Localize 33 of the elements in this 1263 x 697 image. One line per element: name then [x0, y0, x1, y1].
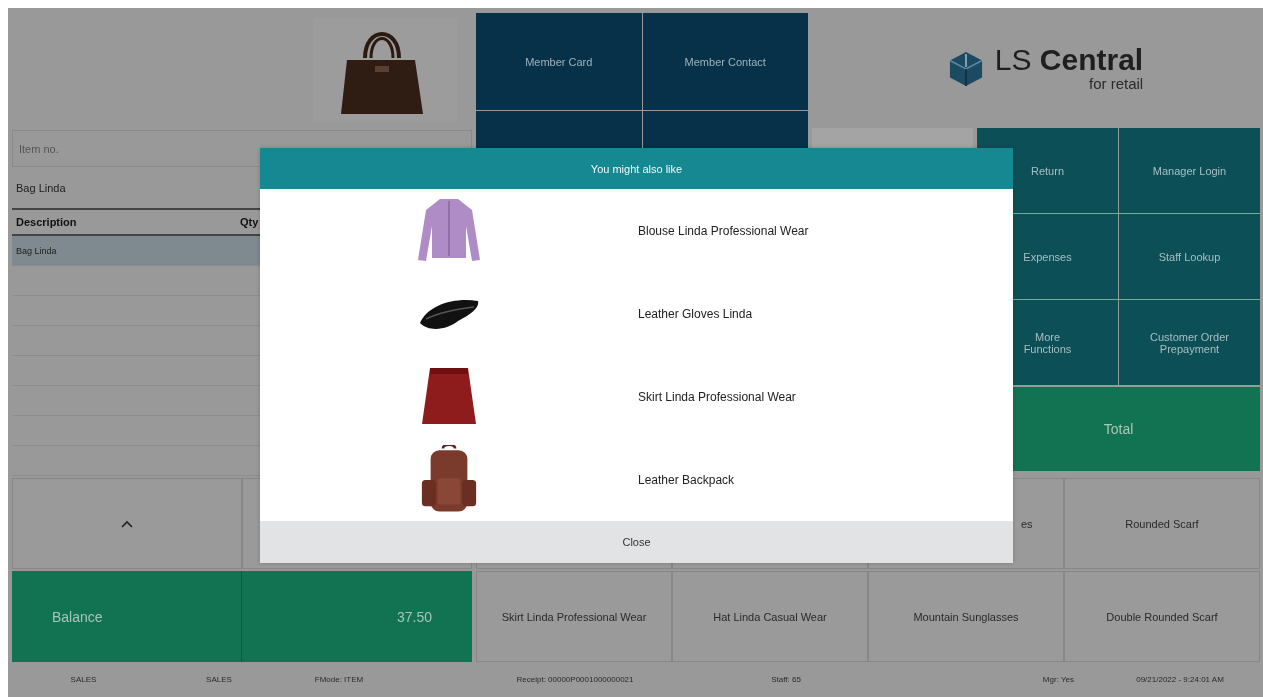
- cube-logo-icon: [948, 50, 983, 87]
- product-suggestion[interactable]: Blouse Linda Professional Wear: [638, 223, 809, 238]
- product-button[interactable]: Hat Linda Casual Wear: [672, 571, 868, 662]
- column-header: Qty: [239, 216, 259, 228]
- product-button[interactable]: Mountain Sunglasses: [868, 571, 1064, 662]
- balance-label: Balance: [12, 571, 242, 662]
- balance-amount: 37.50: [242, 571, 472, 662]
- chevron-up-icon: [121, 519, 133, 528]
- status-text: SALES: [205, 675, 233, 684]
- function-button[interactable]: Customer Order Prepayment: [1119, 300, 1260, 385]
- column-header: Description: [15, 216, 78, 228]
- product-suggestion[interactable]: Skirt Linda Professional Wear: [638, 389, 796, 404]
- logo-tagline: for retail: [1089, 75, 1144, 92]
- member-button[interactable]: Member Card: [476, 13, 642, 110]
- status-text: 09/21/2022 - 9:24:01 AM: [1135, 675, 1225, 684]
- current-item-name: Bag Linda: [16, 181, 66, 194]
- status-text: SALES: [69, 675, 98, 684]
- product-button[interactable]: Double Rounded Scarf: [1064, 571, 1260, 662]
- dialog-title: You might also like: [260, 148, 1013, 189]
- member-button[interactable]: Member Contact: [642, 13, 808, 110]
- function-button[interactable]: Manager Login: [1119, 128, 1260, 213]
- product-button[interactable]: Skirt Linda Professional Wear: [476, 571, 672, 662]
- logo-title: LS Central: [994, 45, 1144, 75]
- status-text: Staff: 65: [770, 675, 802, 684]
- close-button[interactable]: Close: [260, 521, 1013, 563]
- status-text: FMode: ITEM: [313, 675, 365, 684]
- product-suggestion[interactable]: Leather Gloves Linda: [638, 306, 753, 321]
- status-text: Receipt: 00000P0001000000021: [515, 675, 635, 684]
- product-button[interactable]: Rounded Scarf: [1064, 478, 1260, 569]
- function-button[interactable]: Staff Lookup: [1119, 214, 1260, 299]
- status-text: Mgr: Yes: [1041, 675, 1075, 684]
- scroll-up-button[interactable]: [12, 478, 242, 569]
- product-suggestion[interactable]: Leather Backpack: [638, 472, 735, 487]
